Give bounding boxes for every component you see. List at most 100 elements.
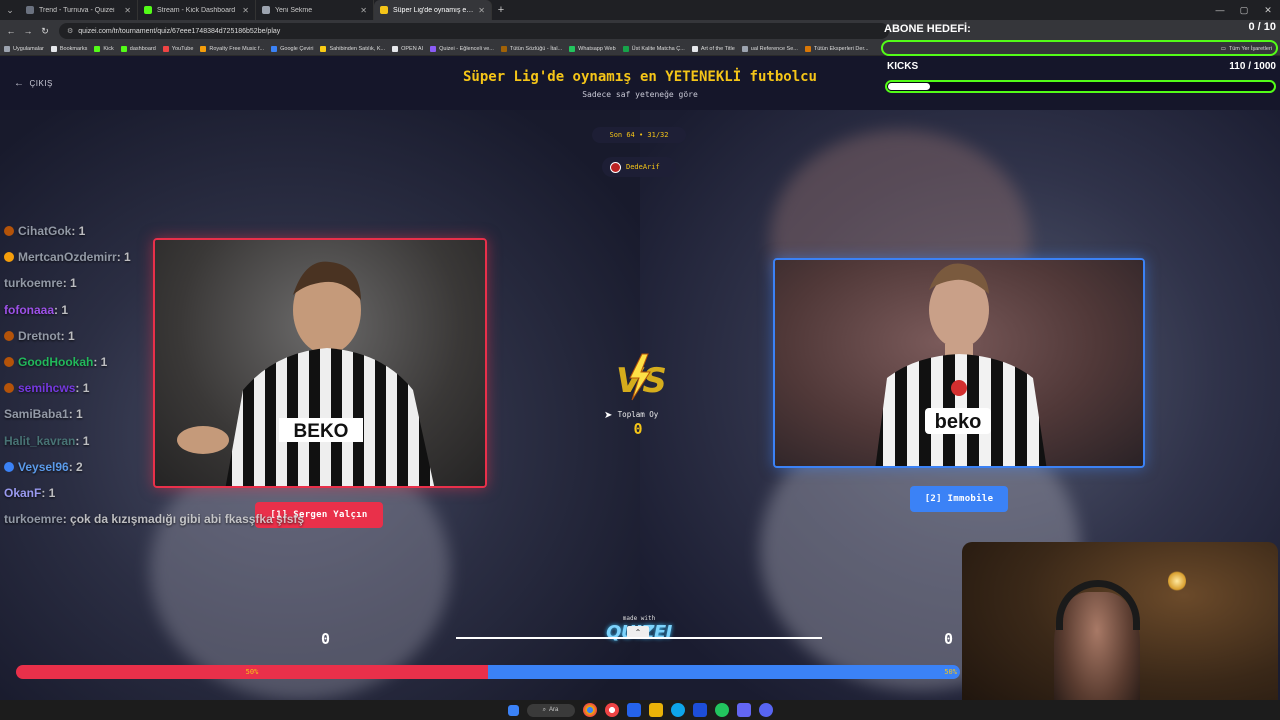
chat-badge-icon (4, 383, 14, 394)
bookmark-item[interactable]: Google Çeviri (271, 45, 313, 52)
bookmark-favicon-icon (271, 45, 278, 52)
quiz-subtitle: Sadece saf yeteneğe göre (582, 90, 698, 99)
bookmark-favicon-icon (741, 45, 748, 52)
score-right: 0 (944, 630, 954, 648)
bookmark-favicon-icon (120, 45, 127, 52)
kicks-progress-fill (888, 83, 931, 90)
site-info-icon[interactable]: ⚙ (67, 27, 73, 35)
windows-start-icon[interactable] (507, 704, 519, 716)
tab-label: Trend - Turnuva - Quizei (39, 6, 115, 14)
tab-favicon-icon (380, 6, 388, 14)
chat-text: : 1 (41, 485, 56, 500)
folder-icon[interactable] (648, 703, 663, 717)
chat-text: : çok da kızışmadığı gibi abi fkasşfka ş… (62, 512, 305, 527)
browser-tab[interactable]: Trend - Turnuva - Quizei ✕ (20, 0, 138, 20)
search-icon: ⌕ (542, 706, 547, 713)
taskbar-search[interactable]: ⌕ Ara (526, 703, 575, 717)
chat-badge-icon (4, 330, 14, 341)
mail-icon[interactable] (692, 703, 707, 717)
lamp-light (1168, 570, 1186, 592)
bookmark-item[interactable]: Whatsapp Web (569, 45, 616, 52)
edge-icon[interactable] (670, 703, 685, 717)
bookmark-item[interactable]: Art of the Title (691, 45, 735, 52)
reload-icon[interactable]: ↻ (38, 24, 52, 38)
close-window-icon[interactable]: ✕ (1256, 0, 1280, 20)
subscriber-goal-overlay: ABONE HEDEFİ: 0 / 10 KICKS 110 / 1000 (880, 19, 1280, 97)
bookmark-item[interactable]: Royalty Free Music f... (200, 45, 264, 52)
bookmark-item[interactable]: YouTube (162, 45, 193, 52)
bookmark-favicon-icon (622, 45, 629, 52)
spotify-icon[interactable] (714, 703, 729, 717)
tab-search-icon[interactable]: ⌄ (0, 0, 20, 20)
bookmark-item[interactable]: Sahibinden Satılık, K... (320, 45, 385, 52)
chat-username: MertcanOzdemirr (18, 250, 117, 265)
chat-badge-icon (4, 226, 14, 237)
vote-bar-right: 50% (488, 665, 960, 679)
bookmark-favicon-icon (392, 45, 399, 52)
browser-tab[interactable]: Yeni Sekme ✕ (256, 0, 374, 20)
store-icon[interactable] (626, 703, 641, 717)
chat-message: GoodHookah: 1 (4, 349, 384, 375)
bookmark-item[interactable]: ual Reference Se... (741, 45, 798, 52)
bookmark-favicon-icon (430, 45, 437, 52)
chat-message: CihatGok: 1 (4, 218, 384, 244)
kicks-count: 110 / 1000 (1229, 61, 1276, 72)
new-tab-button[interactable]: + (492, 4, 510, 16)
chat-message: Dretnot: 1 (4, 323, 384, 349)
chat-message: turkoemre: çok da kızışmadığı gibi abi f… (4, 506, 384, 532)
bookmark-item[interactable]: Uygulamalar (4, 45, 44, 52)
bookmark-item[interactable]: Üst Kalite Matcha Ç... (622, 45, 685, 52)
chat-badge-icon (4, 461, 14, 472)
bookmark-item[interactable]: Quizei - Eğlenceli ve... (430, 45, 494, 52)
chrome-icon[interactable] (582, 703, 597, 717)
bookmark-item[interactable]: OPEN AI (392, 45, 423, 52)
chat-message: semihcws: 1 (4, 375, 384, 401)
browser-tab[interactable]: Stream - Kick Dashboard ✕ (138, 0, 256, 20)
bookmark-favicon-icon (804, 45, 811, 52)
webcam-overlay (962, 542, 1278, 720)
close-tab-icon[interactable]: ✕ (242, 6, 249, 15)
browser-tab[interactable]: Süper Lig'de oynamış en YETENE ✕ (374, 0, 492, 20)
close-tab-icon[interactable]: ✕ (124, 6, 131, 15)
option-card-right[interactable]: beko (773, 258, 1145, 468)
taskbar: ⌕ Ara (0, 700, 1280, 720)
chat-username: fofonaaa (4, 302, 55, 317)
bookmark-favicon-icon (94, 45, 101, 52)
bookmark-item[interactable]: Kick (94, 45, 114, 52)
app-icon[interactable] (736, 703, 751, 717)
minimize-icon[interactable]: — (1208, 0, 1232, 20)
close-tab-icon[interactable]: ✕ (478, 6, 485, 15)
url-field[interactable]: ⚙ quizei.com/tr/tournament/quiz/67eee174… (59, 23, 889, 39)
chat-badge-icon (4, 357, 14, 368)
vote-ratio-bar: 50% 50% (16, 665, 960, 679)
score-left: 0 (321, 630, 331, 648)
chat-message: MertcanOzdemirr: 1 (4, 244, 384, 270)
chat-username: Dretnot (18, 328, 61, 343)
exit-button[interactable]: ← ÇIKIŞ (14, 78, 53, 89)
total-votes-value: 0 (633, 420, 643, 438)
discord-icon[interactable] (758, 703, 773, 717)
chat-message: Halit_kavran: 1 (4, 428, 384, 454)
chat-username: SamiBaba1 (4, 407, 69, 422)
user-badge: DedeArif (602, 157, 676, 177)
bookmark-item[interactable]: Tütün Sözlüğü - İtal... (500, 45, 562, 52)
chat-badge-icon (4, 252, 14, 263)
forward-icon[interactable]: → (21, 24, 35, 38)
stream-chat-overlay: CihatGok: 1 MertcanOzdemirr: 1 turkoemre: … (4, 218, 384, 532)
chat-text: : 1 (75, 381, 90, 396)
chat-text: : 1 (93, 355, 108, 370)
chat-message: OkanF: 1 (4, 480, 384, 506)
maximize-icon[interactable]: ▢ (1232, 0, 1256, 20)
tab-favicon-icon (144, 6, 152, 14)
bookmark-item[interactable]: Tütün Eksperleri Der... (804, 45, 869, 52)
choose-right-button[interactable]: [2] Immobile (910, 486, 1008, 512)
bookmark-item[interactable]: Bookmarks (50, 45, 87, 52)
chrome-alt-icon[interactable] (604, 703, 619, 717)
scroll-indicator (456, 637, 822, 639)
browser-tab-bar: ⌄ Trend - Turnuva - Quizei ✕ Stream - Kick… (0, 0, 1280, 20)
bookmark-item[interactable]: dashboard (120, 45, 156, 52)
close-tab-icon[interactable]: ✕ (360, 6, 367, 15)
back-icon[interactable]: ← (4, 24, 18, 38)
svg-text:beko: beko (935, 411, 982, 433)
tab-label: Yeni Sekme (275, 6, 313, 14)
